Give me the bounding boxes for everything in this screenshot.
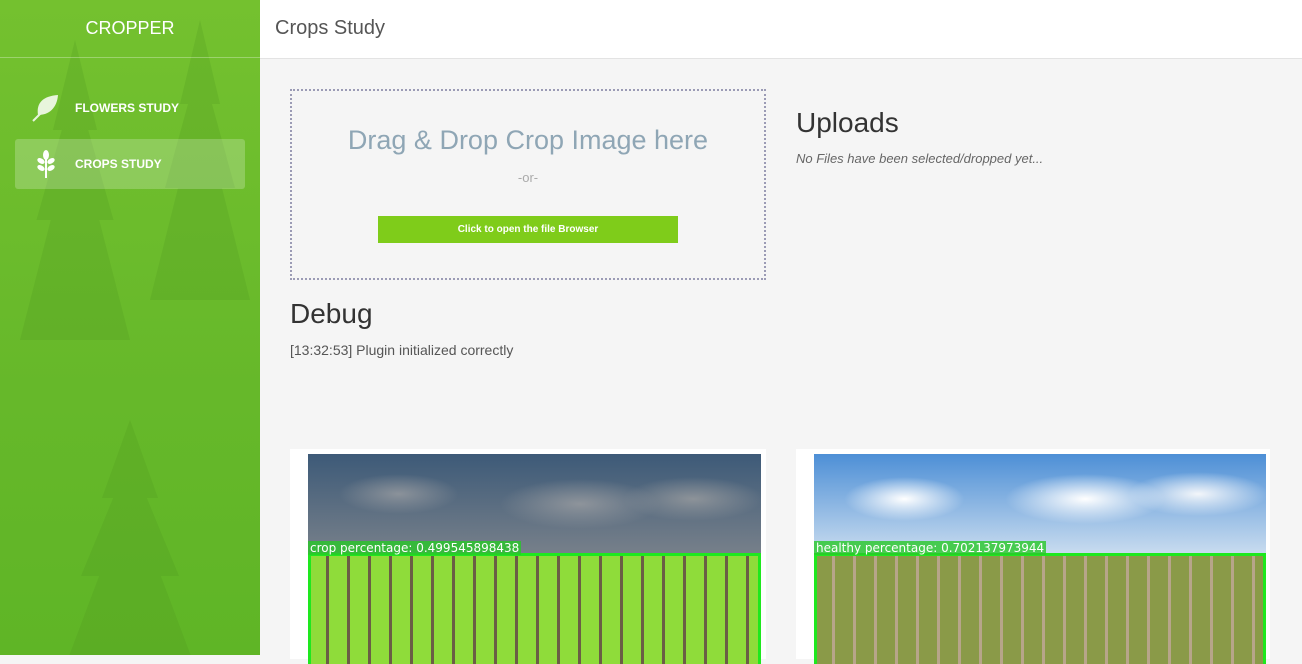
uploads-section: Uploads No Files have been selected/drop… xyxy=(796,107,1043,166)
debug-log: [13:32:53] Plugin initialized correctly xyxy=(290,342,514,358)
open-file-browser-button[interactable]: Click to open the file Browser xyxy=(378,216,678,243)
detection-box xyxy=(814,553,1266,664)
result-card: crop percentage: 0.499545898438 xyxy=(290,449,766,664)
result-image: healthy percentage: 0.702137973944 xyxy=(814,454,1266,664)
wheat-icon xyxy=(37,150,55,178)
sidebar-item-crops-study[interactable]: CROPS STUDY xyxy=(15,139,245,189)
uploads-title: Uploads xyxy=(796,107,899,138)
uploads-empty-message: No Files have been selected/dropped yet.… xyxy=(796,151,1044,166)
debug-title: Debug xyxy=(290,298,373,329)
header: Crops Study xyxy=(260,0,1302,59)
sidebar-item-label: CROPS STUDY xyxy=(75,157,162,171)
sidebar: CROPPER FLOWERS STUDY CROPS STUDY xyxy=(0,0,260,655)
sidebar-item-flowers-study[interactable]: FLOWERS STUDY xyxy=(15,83,245,133)
result-card: healthy percentage: 0.702137973944 xyxy=(796,449,1270,664)
leaf-icon xyxy=(32,95,58,122)
debug-section: Debug [13:32:53] Plugin initialized corr… xyxy=(290,298,513,358)
dropzone[interactable]: Drag & Drop Crop Image here -or- Click t… xyxy=(290,89,766,280)
dropzone-or: -or- xyxy=(517,170,539,185)
page-title: Crops Study xyxy=(275,17,386,39)
tree-decoration xyxy=(60,420,200,655)
detection-label: healthy percentage: 0.702137973944 xyxy=(814,541,1047,555)
detection-box xyxy=(308,553,761,664)
result-image: crop percentage: 0.499545898438 xyxy=(308,454,761,664)
detection-label: crop percentage: 0.499545898438 xyxy=(308,541,522,555)
dropzone-title: Drag & Drop Crop Image here xyxy=(347,125,709,155)
app-brand: CROPPER xyxy=(0,0,260,58)
sidebar-item-label: FLOWERS STUDY xyxy=(75,101,179,115)
